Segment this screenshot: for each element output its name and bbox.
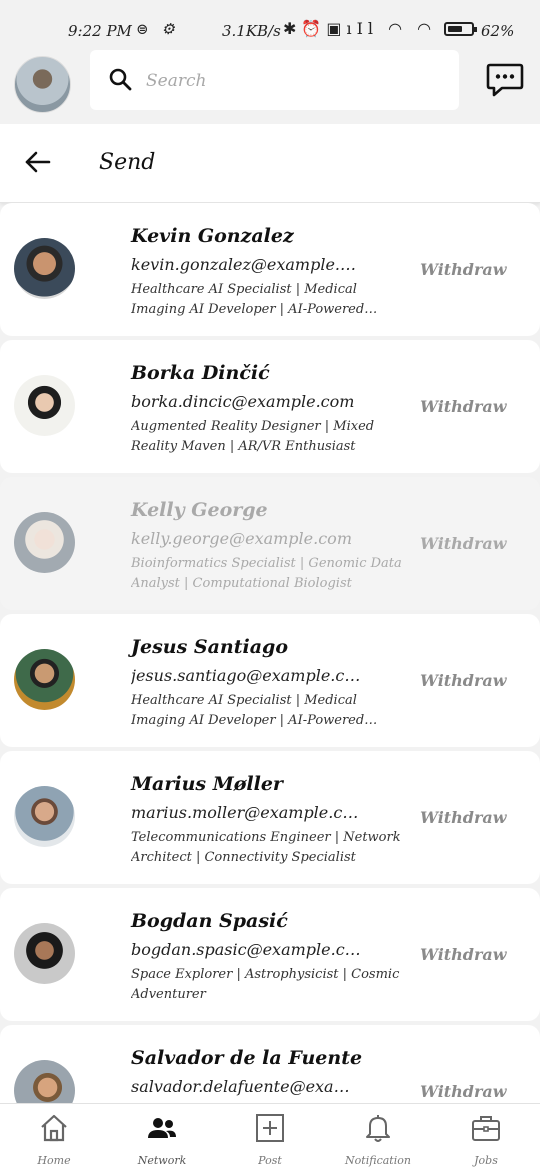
invitee-email: marius.moller@example.com [131, 803, 363, 822]
top-bar [0, 44, 540, 124]
status-system-icons: ✱⏰▣ıIl ◠ ◠ [283, 19, 437, 38]
invitee-email: kevin.gonzalez@example.com [131, 255, 363, 274]
avatar [14, 375, 75, 436]
nav-post[interactable]: Post [216, 1104, 324, 1171]
invitee-name[interactable]: Borka Dinčić [131, 362, 270, 384]
invitee-name[interactable]: Kevin Gonzalez [131, 225, 294, 247]
home-icon [41, 1114, 67, 1142]
nav-jobs[interactable]: Jobs [432, 1104, 540, 1171]
invitee-headline: Space Explorer | Astrophysicist | Cosmic… [131, 967, 400, 1002]
withdraw-button[interactable]: Withdraw [420, 260, 507, 279]
invitee-name[interactable]: Kelly George [131, 499, 268, 521]
nav-network[interactable]: Network [108, 1104, 216, 1171]
search-bar[interactable] [90, 50, 459, 110]
invitee-email: salvador.delafuente@example.com [131, 1077, 363, 1096]
invitation-card[interactable]: Marius Møller marius.moller@example.com … [0, 751, 540, 884]
invitation-card[interactable]: Jesus Santiago jesus.santiago@example.co… [0, 614, 540, 747]
avatar [14, 649, 75, 710]
invitation-card[interactable]: Salvador de la Fuente salvador.delafuent… [0, 1025, 540, 1103]
invitation-card[interactable]: Borka Dinčić borka.dincic@example.com Au… [0, 340, 540, 473]
avatar [14, 512, 75, 573]
nav-home[interactable]: Home [0, 1104, 108, 1171]
search-input[interactable] [144, 64, 438, 98]
invitation-card[interactable]: Kevin Gonzalez kevin.gonzalez@example.co… [0, 203, 540, 336]
briefcase-icon [472, 1116, 500, 1141]
withdraw-button[interactable]: Withdraw [420, 534, 507, 553]
withdraw-button[interactable]: Withdraw [420, 397, 507, 416]
battery-percent: 62% [481, 22, 515, 40]
invitee-name[interactable]: Marius Møller [131, 773, 283, 795]
network-icon [148, 1118, 176, 1138]
status-notification-icons: ⊜ ⚙ [136, 20, 179, 38]
battery-cap [474, 27, 477, 32]
invitee-headline: Bioinformatics Specialist | Genomic Data… [131, 556, 402, 591]
withdraw-button[interactable]: Withdraw [420, 808, 507, 827]
invitee-email: jesus.santiago@example.com [131, 666, 363, 685]
messages-icon[interactable] [486, 62, 524, 98]
search-icon [109, 68, 132, 91]
invitee-email: kelly.george@example.com [131, 529, 352, 548]
nav-label: Post [258, 1154, 282, 1167]
nav-notification[interactable]: Notification [324, 1104, 432, 1171]
withdraw-button[interactable]: Withdraw [420, 671, 507, 690]
nav-label: Home [37, 1154, 71, 1167]
invitation-card[interactable]: Kelly George kelly.george@example.com Bi… [0, 477, 540, 610]
nav-label: Network [137, 1154, 187, 1167]
status-time: 9:22 PM [68, 22, 132, 40]
invitee-headline: Augmented Reality Designer | Mixed Reali… [131, 419, 375, 454]
avatar [14, 238, 75, 299]
invitee-name[interactable]: Bogdan Spasić [131, 910, 288, 932]
nav-label: Notification [345, 1154, 411, 1167]
status-bar: 9:22 PM ⊜ ⚙ 3.1KB/s ✱⏰▣ıIl ◠ ◠ 62% [0, 0, 540, 44]
invitee-name[interactable]: Jesus Santiago [131, 636, 288, 658]
profile-avatar[interactable] [14, 56, 71, 113]
withdraw-button[interactable]: Withdraw [420, 1082, 507, 1101]
status-network-speed: 3.1KB/s [222, 22, 281, 40]
invitee-email: borka.dincic@example.com [131, 392, 355, 411]
invitee-headline: Healthcare AI Specialist | Medical Imagi… [131, 282, 365, 317]
bottom-navigation: Home Network Post Notification Jobs [0, 1103, 540, 1171]
nav-label: Jobs [474, 1154, 498, 1167]
post-icon [256, 1114, 284, 1142]
page-title: Send [99, 150, 156, 175]
back-arrow-icon[interactable] [24, 150, 52, 174]
invitee-headline: Telecommunications Engineer | Network Ar… [131, 830, 401, 865]
withdraw-button[interactable]: Withdraw [420, 945, 507, 964]
invitee-name[interactable]: Salvador de la Fuente [131, 1047, 362, 1069]
avatar [14, 786, 75, 847]
invitee-email: bogdan.spasic@example.com [131, 940, 363, 959]
page-header: Send [0, 124, 540, 203]
avatar [14, 1060, 75, 1103]
invitee-headline: Healthcare AI Specialist | Medical Imagi… [131, 693, 365, 728]
invitation-card[interactable]: Bogdan Spasić bogdan.spasic@example.com … [0, 888, 540, 1021]
battery-fill [448, 26, 462, 32]
avatar [14, 923, 75, 984]
sent-invitations-list[interactable]: Kevin Gonzalez kevin.gonzalez@example.co… [0, 203, 540, 1103]
bell-icon [366, 1115, 390, 1142]
battery-icon [444, 22, 474, 36]
